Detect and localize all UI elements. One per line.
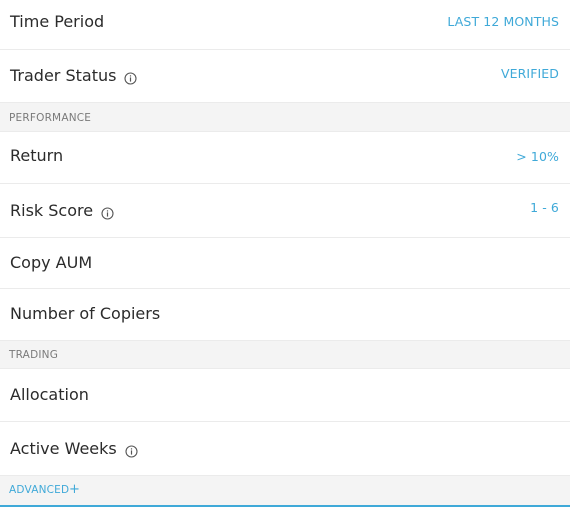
time-period-value[interactable]: LAST 12 MONTHS bbox=[447, 14, 559, 30]
trader-status-row[interactable]: Trader Status VERIFIED bbox=[0, 50, 570, 103]
bottom-accent-line bbox=[0, 505, 570, 507]
number-of-copiers-label: Number of Copiers bbox=[10, 304, 161, 323]
number-of-copiers-row[interactable]: Number of Copiers bbox=[0, 289, 570, 341]
info-icon[interactable] bbox=[101, 205, 114, 220]
trading-section-header: TRADING bbox=[0, 341, 570, 369]
time-period-label: Time Period bbox=[10, 12, 105, 31]
trader-status-label: Trader Status bbox=[10, 66, 117, 85]
performance-section-header: PERFORMANCE bbox=[0, 103, 570, 132]
risk-score-label-wrap: Risk Score bbox=[10, 201, 114, 221]
risk-score-label: Risk Score bbox=[10, 201, 94, 220]
trader-status-value[interactable]: VERIFIED bbox=[501, 66, 559, 82]
performance-section-title: PERFORMANCE bbox=[9, 112, 92, 124]
return-label: Return bbox=[10, 146, 64, 165]
risk-score-value[interactable]: 1 - 6 bbox=[530, 200, 559, 216]
allocation-row[interactable]: Allocation bbox=[0, 369, 570, 422]
risk-score-row[interactable]: Risk Score 1 - 6 bbox=[0, 184, 570, 238]
return-row[interactable]: Return > 10% bbox=[0, 132, 570, 184]
allocation-label: Allocation bbox=[10, 385, 89, 404]
advanced-toggle[interactable]: ADVANCED + bbox=[0, 476, 570, 505]
active-weeks-label: Active Weeks bbox=[10, 439, 117, 458]
filter-panel: Time Period LAST 12 MONTHS Trader Status… bbox=[0, 0, 570, 513]
time-period-row[interactable]: Time Period LAST 12 MONTHS bbox=[0, 0, 570, 50]
info-icon[interactable] bbox=[124, 70, 138, 85]
advanced-label[interactable]: ADVANCED bbox=[9, 483, 69, 497]
return-value[interactable]: > 10% bbox=[516, 149, 559, 165]
trading-section-title: TRADING bbox=[9, 349, 59, 361]
info-icon[interactable] bbox=[125, 443, 138, 458]
active-weeks-label-wrap: Active Weeks bbox=[10, 439, 138, 459]
plus-icon[interactable]: + bbox=[69, 483, 80, 497]
copy-aum-row[interactable]: Copy AUM bbox=[0, 238, 570, 289]
active-weeks-row[interactable]: Active Weeks bbox=[0, 422, 570, 476]
trader-status-label-wrap: Trader Status bbox=[10, 66, 138, 86]
copy-aum-label: Copy AUM bbox=[10, 253, 93, 272]
